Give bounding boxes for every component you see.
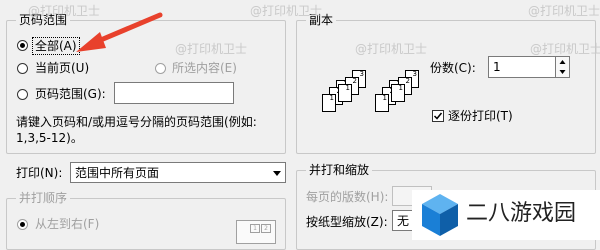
radio-left-to-right	[17, 219, 28, 230]
scale-label: 按纸型缩放(Z):	[306, 215, 388, 229]
cube-logo-icon	[422, 194, 458, 236]
radio-selection	[155, 63, 166, 74]
pages-input[interactable]	[114, 82, 234, 104]
radio-all[interactable]	[17, 40, 28, 51]
pages-per-sheet-label: 每页的版数(H):	[306, 190, 389, 204]
copies-count-input[interactable]: 1	[488, 56, 570, 78]
collate-order-title: 并打顺序	[16, 191, 71, 205]
collate-checkbox[interactable]	[432, 110, 444, 122]
layout-preview-icon: 1 2	[236, 220, 276, 244]
zoom-title: 并打和缩放	[306, 163, 373, 177]
print-what-label: 打印(N):	[16, 166, 63, 180]
watermark-text: @打印机卫士	[530, 42, 600, 56]
radio-current-page-label[interactable]: 当前页(U)	[35, 61, 89, 75]
site-logo: 二八游戏园	[412, 190, 600, 240]
watermark-text: @打印机卫士	[250, 4, 323, 18]
radio-pages-label[interactable]: 页码范围(G):	[35, 87, 106, 101]
watermark-text: @打印机卫士	[175, 42, 248, 56]
collate-page: 1	[338, 84, 352, 102]
watermark-text: @打印机卫士	[28, 4, 101, 18]
radio-current-page[interactable]	[17, 63, 28, 74]
collate-page: 1	[375, 94, 389, 112]
copies-count-value: 1	[493, 60, 501, 74]
scale-value: 无	[397, 214, 410, 228]
collate-page: 1	[391, 84, 405, 102]
collate-label[interactable]: 逐份打印(T)	[448, 109, 513, 123]
chevron-down-icon	[273, 171, 281, 176]
logo-text: 二八游戏园	[466, 201, 577, 226]
copies-count-label: 份数(C):	[430, 61, 476, 75]
pages-hint-line1: 请键入页码和/或用逗号分隔的页码范围(例如:	[16, 115, 257, 129]
spin-up-icon[interactable]	[556, 57, 569, 67]
radio-pages[interactable]	[17, 89, 28, 100]
pages-hint-line2: 1,3,5-12)。	[16, 131, 83, 145]
collate-page: 1	[322, 94, 336, 112]
print-what-select[interactable]: 范围中所有页面	[70, 162, 286, 183]
print-what-value: 范围中所有页面	[75, 166, 160, 180]
radio-left-to-right-label: 从左到右(F)	[35, 217, 100, 231]
radio-selection-label: 所选内容(E)	[172, 61, 237, 75]
copies-spinner[interactable]	[555, 57, 569, 77]
spin-down-icon[interactable]	[556, 67, 569, 77]
watermark-text: @打印机卫士	[355, 42, 428, 56]
watermark-text: @打印机卫士	[528, 4, 600, 18]
checkmark-icon	[433, 112, 443, 120]
